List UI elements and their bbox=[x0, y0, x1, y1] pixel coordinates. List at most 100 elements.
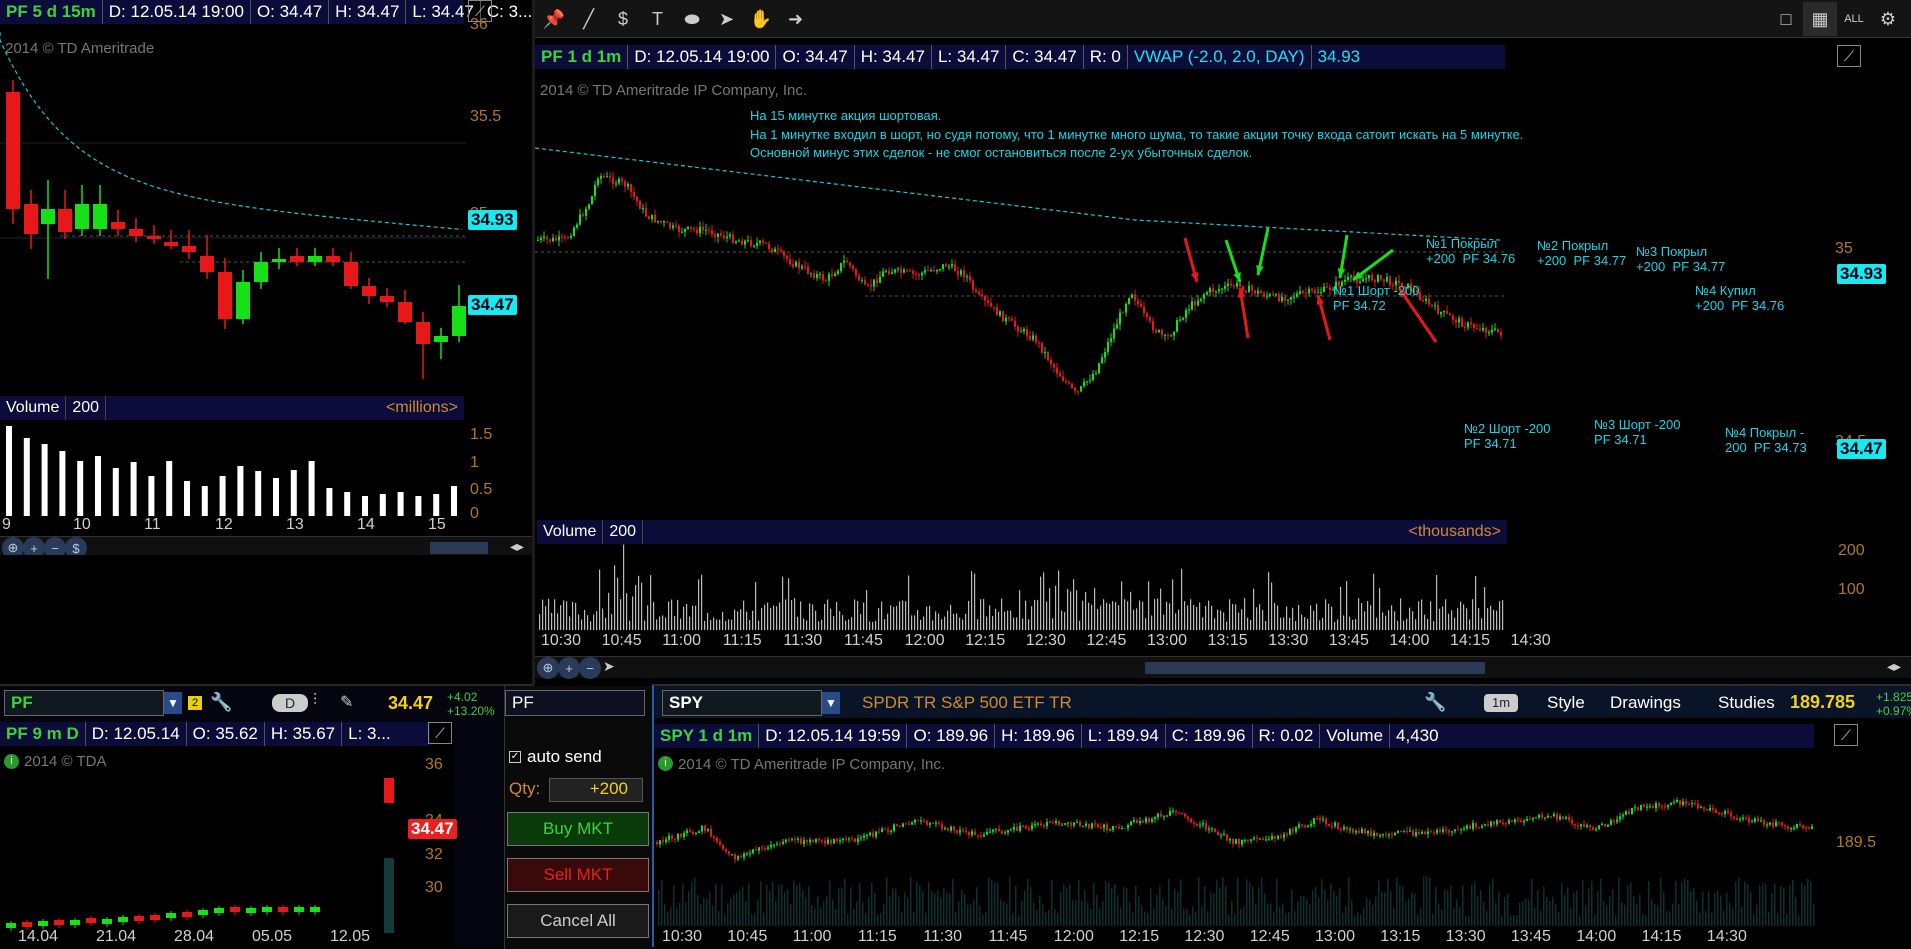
candle-style-icon[interactable]: ⫶ bbox=[313, 692, 317, 710]
volume-bar bbox=[1094, 588, 1096, 630]
zoom-out-icon[interactable]: − bbox=[579, 657, 601, 679]
candle-body bbox=[1697, 803, 1699, 809]
chart-symbol[interactable]: PF 9 m D bbox=[0, 722, 86, 746]
volume-bar bbox=[844, 878, 846, 926]
volume-bar bbox=[1172, 579, 1174, 630]
ellipse-icon[interactable]: ⬬ bbox=[675, 2, 709, 36]
chart-symbol[interactable]: PF 1 d 1m bbox=[535, 45, 629, 69]
candle-body bbox=[1476, 327, 1478, 329]
sell-mkt-button[interactable]: Sell MKT bbox=[507, 858, 649, 892]
period-button[interactable]: 1m bbox=[1484, 694, 1518, 712]
qty-input[interactable]: +200 bbox=[549, 778, 643, 802]
candle-body bbox=[1089, 380, 1091, 382]
scroll-thumb[interactable] bbox=[1145, 662, 1485, 674]
order-symbol-input[interactable]: PF bbox=[505, 690, 645, 716]
chart-symbol[interactable]: PF 5 d 15m bbox=[0, 0, 103, 24]
expand-icon[interactable]: ◂▸ bbox=[510, 538, 524, 555]
symbol-dropdown-icon[interactable]: ▼ bbox=[822, 692, 840, 714]
candle-body bbox=[1721, 813, 1723, 815]
pointer-icon[interactable]: ➤ bbox=[603, 658, 615, 675]
volume-bar bbox=[1465, 915, 1467, 926]
chart-symbol[interactable]: SPY 1 d 1m bbox=[654, 724, 760, 748]
auto-send-checkbox[interactable]: ✓ bbox=[509, 751, 521, 763]
hand-icon[interactable]: ✋ bbox=[744, 2, 778, 36]
crosshair-icon[interactable]: ⊕ bbox=[2, 537, 24, 555]
period-button[interactable]: D bbox=[272, 694, 308, 712]
volume-bar bbox=[542, 599, 544, 630]
candle-body bbox=[771, 248, 773, 253]
link-badge[interactable]: 2 bbox=[188, 696, 202, 710]
volume-bar bbox=[1576, 890, 1578, 926]
candle-body bbox=[1119, 312, 1121, 325]
chart-settings-icon[interactable]: ⟋ bbox=[428, 722, 452, 744]
studies-menu[interactable]: Studies bbox=[1718, 693, 1775, 713]
buy-mkt-button[interactable]: Buy MKT bbox=[507, 812, 649, 846]
volume-bar bbox=[384, 858, 394, 933]
volume-bar bbox=[1621, 902, 1623, 926]
candle-body bbox=[800, 838, 802, 845]
symbol-input[interactable]: PF bbox=[4, 690, 164, 716]
cancel-all-button[interactable]: Cancel All bbox=[507, 904, 649, 938]
line-icon[interactable]: ╱ bbox=[572, 2, 606, 36]
candle-body bbox=[908, 823, 910, 825]
candle-body bbox=[564, 236, 566, 238]
volume-bar bbox=[910, 876, 912, 926]
candle-body bbox=[719, 841, 721, 845]
volume-bar bbox=[925, 912, 927, 926]
candle-body bbox=[198, 910, 208, 915]
all-icon[interactable]: ALL bbox=[1837, 2, 1871, 36]
drawings-menu[interactable]: Drawings bbox=[1610, 693, 1681, 713]
expand-icon[interactable]: ◂▸ bbox=[1887, 658, 1901, 675]
chart-scrollbar[interactable]: ⊕ + − ➤ ◂▸ bbox=[535, 656, 1911, 679]
text-icon[interactable]: T bbox=[641, 2, 675, 36]
drawing-icon[interactable]: ✎ bbox=[340, 692, 353, 712]
candle-body bbox=[1227, 283, 1229, 286]
symbol-input[interactable]: SPY bbox=[662, 690, 822, 716]
zoom-in-icon[interactable]: + bbox=[558, 657, 580, 679]
gear-icon[interactable]: ⚙ bbox=[1871, 2, 1905, 36]
volume-bar bbox=[1154, 599, 1156, 630]
volume-bar bbox=[683, 606, 685, 630]
chart-scrollbar[interactable]: ⊕ + − $ ◂▸ bbox=[0, 536, 532, 555]
volume-bar bbox=[674, 616, 676, 630]
crosshair-icon[interactable]: ⊕ bbox=[537, 657, 559, 679]
candle-body bbox=[1425, 298, 1427, 302]
vwap-study[interactable]: VWAP (-2.0, 2.0, DAY) bbox=[1128, 45, 1312, 69]
volume-bar bbox=[1022, 618, 1024, 630]
candle-body bbox=[950, 826, 952, 831]
symbol-dropdown-icon[interactable]: ▼ bbox=[164, 692, 182, 714]
volume-bar bbox=[904, 892, 906, 926]
tools-icon[interactable]: 🔧 bbox=[210, 692, 232, 713]
candle-body bbox=[744, 240, 746, 245]
chart-settings-icon[interactable]: ⟋ bbox=[1834, 724, 1858, 746]
volume-bar bbox=[1067, 589, 1069, 630]
volume-bar bbox=[716, 619, 718, 630]
scroll-thumb[interactable] bbox=[430, 542, 488, 554]
candle-body bbox=[1424, 831, 1426, 835]
candle-body bbox=[1190, 818, 1192, 823]
volume-bar bbox=[1024, 890, 1026, 926]
volume-bar bbox=[800, 601, 802, 630]
pointer-icon[interactable]: ➤ bbox=[710, 2, 744, 36]
dollar-icon[interactable]: $ bbox=[65, 537, 87, 555]
zoom-out-icon[interactable]: − bbox=[44, 537, 66, 555]
volume-bar bbox=[836, 601, 838, 630]
volume-bar bbox=[1114, 883, 1116, 926]
zoom-in-icon[interactable]: + bbox=[23, 537, 45, 555]
pin-icon[interactable]: 📌 bbox=[537, 2, 571, 36]
candle-body bbox=[1163, 816, 1165, 818]
candle-body bbox=[1049, 822, 1051, 824]
volume-bar bbox=[1483, 901, 1485, 926]
candle-body bbox=[725, 848, 727, 852]
candle-body bbox=[1008, 317, 1010, 319]
tools-icon[interactable]: 🔧 bbox=[1424, 692, 1446, 713]
candle-body bbox=[1388, 834, 1390, 836]
grid-layout-icon[interactable]: ▦ bbox=[1803, 2, 1837, 36]
volume-bar bbox=[650, 575, 652, 630]
style-menu[interactable]: Style bbox=[1547, 693, 1585, 713]
chart-settings-icon[interactable]: ⟋ bbox=[1837, 45, 1861, 67]
volume-bar bbox=[1189, 914, 1191, 926]
single-layout-icon[interactable]: □ bbox=[1769, 2, 1803, 36]
arrow-right-icon[interactable]: ➜ bbox=[779, 2, 813, 36]
dollar-icon[interactable]: $ bbox=[606, 2, 640, 36]
